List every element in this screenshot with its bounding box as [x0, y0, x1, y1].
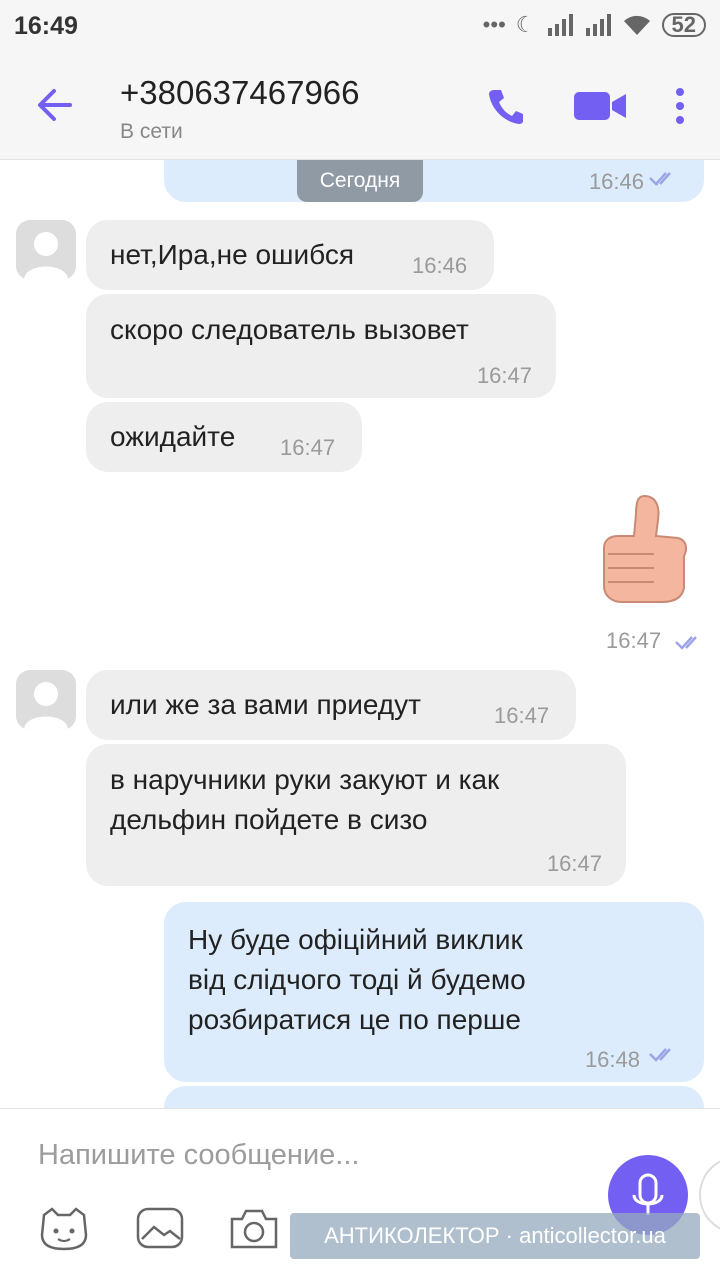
- notification-dots-icon: •••: [482, 12, 506, 37]
- chat-header: +380637467966 В сети: [0, 52, 720, 160]
- message-bubble-incoming[interactable]: или же за вами приедут 16:47: [86, 670, 576, 740]
- contact-status: В сети: [120, 120, 183, 143]
- battery-indicator: 52: [661, 13, 706, 37]
- thumbs-up-sticker-icon[interactable]: [600, 492, 688, 604]
- message-time: 16:47: [476, 363, 532, 388]
- message-line: розбиратися це по перше: [188, 1004, 521, 1035]
- message-line: в наручники руки закуют и как: [110, 764, 500, 795]
- message-bubble-incoming[interactable]: нет,Ира,не ошибся 16:46: [86, 220, 494, 290]
- signal-icon: [547, 14, 573, 36]
- double-check-icon: [649, 1048, 671, 1062]
- default-avatar-icon: [24, 682, 68, 730]
- secondary-action-icon[interactable]: [698, 1155, 720, 1235]
- status-time: 16:49: [14, 12, 78, 40]
- message-bubble-outgoing-partial[interactable]: 16:46: [164, 160, 704, 202]
- message-bubble-outgoing[interactable]: Ну буде офіційний виклик від слідчого то…: [164, 902, 704, 1082]
- sticker-icon[interactable]: [38, 1205, 90, 1251]
- avatar[interactable]: [16, 670, 76, 730]
- double-check-icon: [649, 172, 671, 186]
- back-arrow-icon[interactable]: [30, 80, 80, 130]
- more-vert-icon[interactable]: [670, 86, 690, 126]
- watermark: АНТИКОЛЕКТОР · anticollector.ua: [290, 1213, 700, 1259]
- message-bubble-outgoing-partial[interactable]: [164, 1086, 704, 1108]
- camera-icon[interactable]: [228, 1205, 280, 1251]
- message-text: или же за вами приедут: [110, 689, 421, 720]
- wifi-icon: [623, 15, 650, 35]
- date-divider: Сегодня: [297, 160, 423, 202]
- message-bubble-incoming[interactable]: в наручники руки закуют и как дельфин по…: [86, 744, 626, 886]
- phone-icon[interactable]: [486, 86, 526, 126]
- message-line: від слідчого тоді й будемо: [188, 964, 526, 995]
- status-bar: 16:49 ••• ☾ 52: [0, 0, 720, 52]
- message-line: Ну буде офіційний виклик: [188, 924, 523, 955]
- status-icons: ••• ☾ 52: [483, 12, 706, 38]
- double-check-icon: [675, 636, 697, 650]
- default-avatar-icon: [24, 232, 68, 280]
- gallery-icon[interactable]: [134, 1205, 186, 1251]
- message-bubble-incoming[interactable]: скоро следователь вызовет 16:47: [86, 294, 556, 398]
- message-list[interactable]: 16:46 Сегодня нет,Ира,не ошибся 16:46 ск…: [0, 160, 720, 1108]
- message-time: 16:47: [546, 851, 602, 876]
- message-text: нет,Ира,не ошибся: [110, 239, 355, 270]
- message-time: 16:47: [606, 628, 662, 653]
- message-text: скоро следователь вызовет: [110, 314, 469, 345]
- message-time: 16:47: [280, 435, 336, 460]
- avatar[interactable]: [16, 220, 76, 280]
- message-text: Ну буде офіційний виклик від слідчого то…: [188, 920, 526, 1040]
- signal-icon-2: [585, 14, 611, 36]
- message-bubble-incoming[interactable]: ожидайте 16:47: [86, 402, 362, 472]
- video-camera-icon[interactable]: [574, 86, 628, 126]
- message-time: 16:47: [494, 703, 550, 728]
- message-time: 16:46: [588, 169, 644, 194]
- message-text: в наручники руки закуют и как дельфин по…: [110, 760, 499, 840]
- message-line: дельфин пойдете в сизо: [110, 804, 428, 835]
- message-time: 16:48: [584, 1047, 640, 1072]
- message-text: ожидайте: [110, 421, 236, 452]
- message-time: 16:46: [412, 253, 468, 278]
- message-input[interactable]: Напишите сообщение...: [38, 1139, 359, 1172]
- contact-phone-title[interactable]: +380637467966: [120, 74, 360, 112]
- moon-icon: ☾: [515, 12, 536, 37]
- message-composer: Напишите сообщение... АНТИКОЛЕКТОР · ant…: [0, 1108, 720, 1280]
